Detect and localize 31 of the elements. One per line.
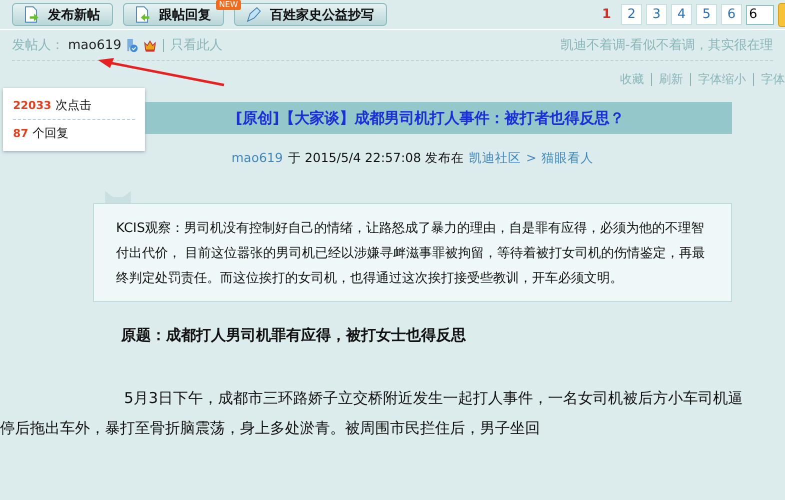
author-link[interactable]: mao619	[231, 150, 283, 167]
document-back-arrow-icon	[134, 6, 151, 23]
author-name[interactable]: mao619	[68, 38, 122, 52]
post-time: 于 2015/5/4 22:57:08 发布在	[288, 150, 464, 167]
page-link[interactable]: 3	[646, 4, 667, 25]
board-link[interactable]: 猫眼看人	[542, 150, 594, 167]
toolbar-button[interactable]: 发布新帖	[12, 3, 113, 26]
page-link[interactable]: 1	[596, 4, 617, 25]
stat-label: 个回复	[32, 126, 68, 140]
page-jump-field[interactable]: 6	[746, 4, 774, 24]
forum-slogan: 凯迪不着调-看似不着调，其实很在理	[560, 37, 773, 54]
poster-label: 发帖人：	[12, 37, 64, 54]
stat-label: 次点击	[55, 98, 92, 112]
page-link[interactable]: 2	[621, 4, 642, 25]
forum-link[interactable]: 凯迪社区	[469, 150, 522, 167]
breadcrumb-separator: >	[526, 150, 537, 167]
article-paragraph: 5月3日下午，成都市三环路娇子立交桥附近发生一起打人事件，一名女司机被后方小车司机逼停后拖出车外，暴打至骨折脑震荡，身上多处淤青。被周围市民拦住后，男子坐回	[0, 388, 744, 439]
summary-text: KCIS观察：男司机没有控制好自己的情绪，让路怒成了暴力的理由，自是罪有应得，必须为他的不理智付出代价， 目前这位嚣张的男司机已经以涉嫌寻衅滋事罪被拘留，等待着被打女司机的伤情鉴定，再最终判定处罚责任。而这位挨打的女司机，也得通过这次挨打接受些教训，开车必须文明。	[116, 220, 706, 288]
subtitle: 原题：成都打人男司机罪有应得，被打女士也得反思	[121, 326, 467, 345]
document-arrow-icon	[23, 6, 40, 23]
pen-nib-icon	[245, 6, 262, 23]
go-button[interactable]	[778, 2, 785, 26]
post-title: [原创]【大家谈】成都男司机打人事件：被打者也得反思？	[236, 108, 624, 128]
crown-icon	[143, 38, 158, 52]
verified-phone-icon	[125, 38, 140, 52]
page-link[interactable]: 4	[671, 4, 692, 25]
new-badge: NEW	[216, 0, 241, 10]
page-link[interactable]: 6	[721, 4, 742, 25]
stat-count: 87	[13, 127, 28, 140]
stat-count: 22033	[13, 99, 52, 112]
page-link[interactable]: 5	[696, 4, 717, 25]
